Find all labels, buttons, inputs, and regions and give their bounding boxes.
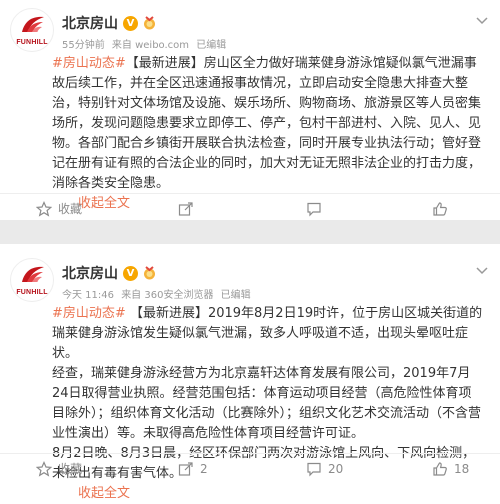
favorite-button[interactable]: 收藏 bbox=[36, 460, 82, 477]
avatar[interactable]: FUNHILL bbox=[10, 258, 54, 302]
funhill-logo-icon bbox=[22, 266, 44, 282]
verified-badge: V bbox=[123, 15, 138, 31]
account-name[interactable]: 北京房山 bbox=[62, 263, 118, 283]
feed-separator bbox=[0, 220, 500, 244]
favorite-label: 收藏 bbox=[58, 202, 83, 216]
post-time[interactable]: 今天 11:46 bbox=[62, 290, 114, 301]
avatar[interactable]: FUNHILL bbox=[10, 8, 54, 52]
post-text: 【最新进展】房山区全力做好瑞莱健身游泳馆疑似氯气泄漏事故后续工作，并在全区迅速通… bbox=[52, 56, 482, 191]
account-name[interactable]: 北京房山 bbox=[62, 13, 118, 33]
share-icon bbox=[178, 461, 193, 476]
like-button[interactable]: 18 bbox=[432, 461, 469, 477]
avatar-brand-text: FUNHILL bbox=[16, 39, 48, 46]
chevron-down-icon[interactable] bbox=[476, 264, 488, 279]
post-content: #房山动态#【最新进展】房山区全力做好瑞莱健身游泳馆疑似氯气泄漏事故后续工作，并… bbox=[52, 54, 484, 214]
account-header: 北京房山 V bbox=[62, 263, 157, 283]
share-button[interactable]: 2 bbox=[178, 461, 208, 477]
medal-icon bbox=[144, 265, 155, 279]
post-meta: 55分钟前 来自 weibo.com 已编辑 bbox=[62, 36, 230, 51]
thumbs-up-icon bbox=[433, 201, 447, 216]
account-header: 北京房山 V bbox=[62, 13, 157, 33]
topic-link[interactable]: #房山动态# bbox=[52, 306, 126, 321]
favorite-label: 收藏 bbox=[58, 462, 83, 476]
post-source: 来自 weibo.com bbox=[111, 40, 190, 51]
chevron-down-icon[interactable] bbox=[476, 14, 488, 29]
share-button[interactable] bbox=[178, 201, 200, 217]
thumbs-up-icon bbox=[433, 461, 447, 476]
favorite-button[interactable]: 收藏 bbox=[36, 200, 82, 217]
comment-button[interactable]: 20 bbox=[306, 461, 343, 477]
post-meta: 今天 11:46 来自 360安全浏览器 已编辑 bbox=[62, 286, 255, 301]
like-count: 18 bbox=[454, 461, 470, 476]
share-count: 2 bbox=[200, 461, 208, 476]
action-bar: 收藏 2 20 18 bbox=[0, 453, 500, 483]
collapse-link[interactable]: 收起全文 bbox=[78, 486, 130, 501]
star-icon bbox=[36, 460, 52, 477]
verified-badge: V bbox=[123, 265, 138, 281]
comment-count: 20 bbox=[328, 461, 344, 476]
share-icon bbox=[178, 201, 193, 216]
post-paragraph: 经查，瑞莱健身游泳经营方为北京嘉轩达体育发展有限公司，2019年7月24日取得营… bbox=[52, 366, 482, 441]
post-paragraph: #房山动态# 【最新进展】2019年8月2日19时许，位于房山区城关街道的瑞莱健… bbox=[52, 304, 484, 364]
comment-button[interactable] bbox=[306, 201, 328, 217]
post-time[interactable]: 55分钟前 bbox=[62, 40, 105, 51]
star-icon bbox=[36, 200, 52, 217]
comment-icon bbox=[307, 202, 321, 216]
weibo-post-2: FUNHILL 北京房山 V 今天 11:46 来自 360安全浏览器 已编辑 … bbox=[0, 244, 500, 501]
action-bar: 收藏 bbox=[0, 193, 500, 223]
funhill-logo-icon bbox=[22, 16, 44, 32]
like-button[interactable] bbox=[432, 201, 454, 217]
post-source: 来自 360安全浏览器 bbox=[121, 290, 214, 301]
edited-label: 已编辑 bbox=[196, 40, 227, 51]
medal-icon bbox=[144, 15, 155, 29]
weibo-post-1: FUNHILL 北京房山 V 55分钟前 来自 weibo.com 已编辑 #房… bbox=[0, 0, 500, 220]
edited-label: 已编辑 bbox=[220, 290, 251, 301]
comment-icon bbox=[307, 462, 321, 476]
topic-link[interactable]: #房山动态# bbox=[52, 56, 126, 71]
avatar-brand-text: FUNHILL bbox=[16, 289, 48, 296]
